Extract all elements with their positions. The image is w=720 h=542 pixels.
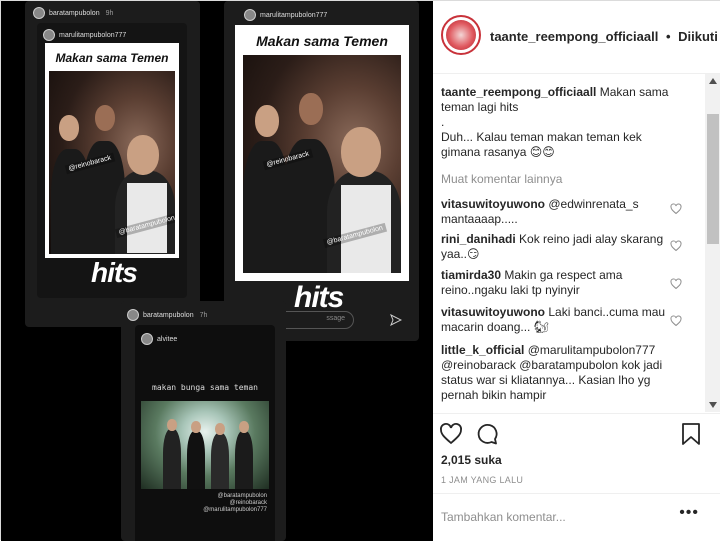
heart-icon[interactable]	[670, 203, 682, 215]
story-1-caption: Makan sama Temen	[55, 51, 169, 65]
comment-bubble-icon	[477, 424, 498, 445]
heart-icon	[440, 423, 462, 445]
comment-input[interactable]: Tambahkan komentar...	[441, 510, 566, 524]
caption-text-line2: Duh... Kalau teman makan teman kek giman…	[441, 130, 642, 159]
avatar	[141, 333, 153, 345]
like-count[interactable]: 2,015 suka	[441, 453, 502, 467]
heart-icon[interactable]	[670, 240, 682, 252]
story-3-tags: @baratampubolon @reinobarack @marulitamp…	[203, 493, 267, 513]
story-3-inner-username: alvitee	[157, 335, 178, 343]
comment-username[interactable]: tiamirda30	[441, 268, 501, 282]
comment-username[interactable]: vitasuwitoyuwono	[441, 197, 545, 211]
instagram-post-frame: baratampubolon 9h marulitampubolon777 Ma…	[0, 0, 720, 541]
send-icon	[390, 314, 402, 326]
group-photo-1: @reinobarack @baratampubolon	[49, 71, 175, 254]
comments-scrollbar[interactable]	[705, 74, 720, 412]
separator-dot: •	[665, 29, 671, 44]
comment-button[interactable]	[473, 420, 501, 448]
scroll-down-arrow-icon[interactable]	[705, 398, 720, 412]
heart-icon[interactable]	[670, 278, 682, 290]
list-item: tiamirda30 Makin ga respect ama reino..n…	[441, 268, 673, 298]
comment-list: taante_reempong_officiaall Makan sama te…	[433, 74, 705, 412]
more-options-icon[interactable]: •••	[679, 504, 699, 522]
story-3-username: baratampubolon	[143, 311, 194, 319]
story-1-inner-username: marulitampubolon777	[59, 31, 127, 39]
comment-username[interactable]: vitasuwitoyuwono	[441, 305, 545, 319]
add-comment-area: Tambahkan komentar... •••	[433, 493, 720, 542]
story-1-hits-text: hits	[91, 257, 138, 288]
story-1-time: 9h	[105, 9, 114, 17]
avatar[interactable]	[441, 15, 481, 55]
list-item: little_k_official @marulitampubolon777 @…	[441, 343, 673, 403]
photo-card-2: Makan sama Temen @reinobarack @baratampu…	[235, 25, 409, 281]
post-timestamp: 1 JAM YANG LALU	[441, 475, 524, 485]
avatar	[244, 9, 256, 21]
action-bar	[433, 413, 720, 454]
post-media[interactable]: baratampubolon 9h marulitampubolon777 Ma…	[1, 1, 433, 541]
comment-username[interactable]: little_k_official	[441, 343, 524, 357]
story-2-username: marulitampubolon777	[260, 11, 328, 19]
scrollbar-thumb[interactable]	[707, 114, 719, 244]
group-photo-2: @reinobarack @baratampubolon	[243, 55, 401, 273]
like-button[interactable]	[437, 420, 465, 448]
story-3-time: 7h	[199, 311, 208, 319]
list-item: rini_danihadi Kok reino jadi alay skaran…	[441, 232, 673, 262]
caption-dot: .	[441, 115, 445, 129]
story-3-caption: makan bunga sama teman	[152, 383, 258, 392]
save-button[interactable]	[677, 420, 705, 448]
story-2-caption: Makan sama Temen	[256, 33, 388, 49]
story-1-inner: marulitampubolon777 Makan sama Temen @re…	[37, 23, 187, 298]
story-3-header: baratampubolon 7h	[127, 309, 207, 321]
scroll-up-arrow-icon[interactable]	[705, 74, 720, 88]
heart-icon[interactable]	[670, 315, 682, 327]
post-caption: taante_reempong_officiaall Makan sama te…	[441, 85, 673, 115]
story-2-hits-text: hits	[294, 281, 344, 314]
list-item: vitasuwitoyuwono Laki banci..cuma mau ma…	[441, 305, 673, 335]
post-side-panel: taante_reempong_officiaall • Diikuti taa…	[433, 1, 720, 541]
avatar	[127, 309, 139, 321]
avatar	[43, 29, 55, 41]
story-screenshot-1: baratampubolon 9h marulitampubolon777 Ma…	[25, 1, 200, 327]
comment-username[interactable]: rini_danihadi	[441, 232, 516, 246]
story-3-inner: alvitee makan bunga sama teman @baratamp…	[135, 325, 275, 541]
list-item: vitasuwitoyuwono @edwinrenata_s mantaaaa…	[441, 197, 673, 227]
story-2-header: marulitampubolon777	[244, 9, 327, 21]
load-more-comments-link[interactable]: Muat komentar lainnya	[441, 172, 562, 186]
post-header: taante_reempong_officiaall • Diikuti	[433, 1, 720, 74]
flower-photo	[141, 401, 269, 489]
following-button[interactable]: Diikuti	[678, 29, 718, 44]
caption-username[interactable]: taante_reempong_officiaall	[441, 85, 596, 99]
story-3-inner-header: alvitee	[141, 333, 177, 345]
avatar	[33, 7, 45, 19]
header-username[interactable]: taante_reempong_officiaall	[490, 29, 658, 44]
story-1-username: baratampubolon	[49, 9, 100, 17]
story-screenshot-3: baratampubolon 7h alvitee makan bunga sa…	[121, 301, 286, 541]
story-1-header: baratampubolon 9h	[33, 7, 113, 19]
story-screenshot-2: marulitampubolon777 Makan sama Temen @re…	[224, 1, 419, 341]
story-1-inner-header: marulitampubolon777	[43, 29, 126, 41]
photo-card-1: Makan sama Temen @reinobarack @baratampu…	[45, 43, 179, 258]
bookmark-icon	[682, 423, 700, 445]
